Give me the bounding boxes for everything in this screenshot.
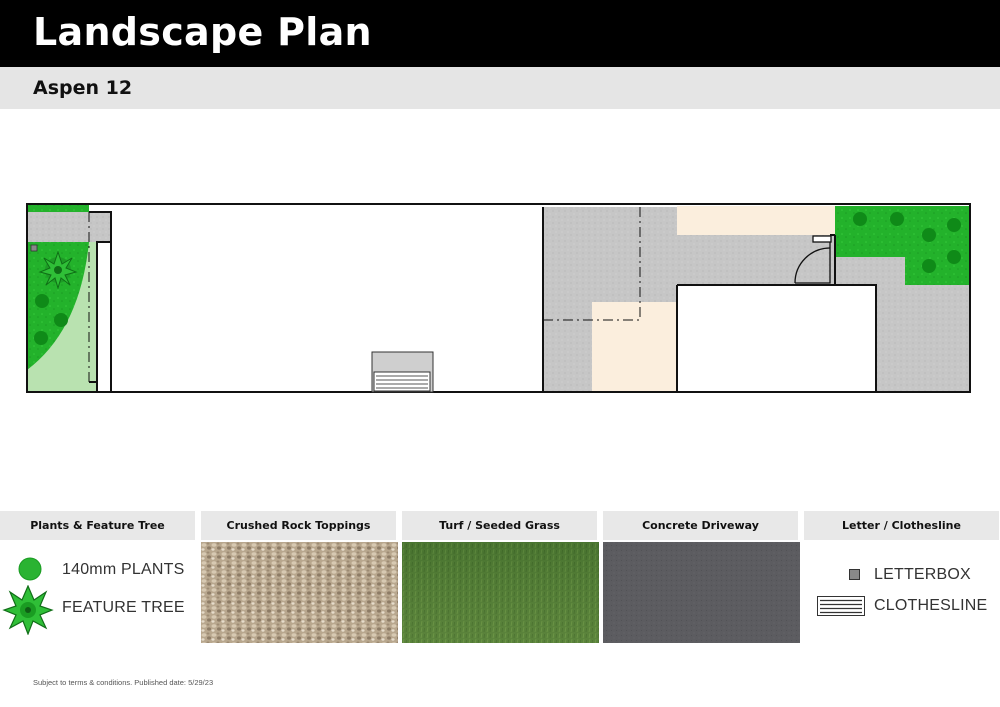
legend-heading: Turf / Seeded Grass (402, 511, 597, 540)
legend-label: FEATURE TREE (62, 599, 185, 616)
plant-marker (947, 250, 961, 264)
internal-outline (676, 284, 877, 392)
plant-marker (54, 313, 68, 327)
legend-heading: Plants & Feature Tree (0, 511, 195, 540)
legend-heading: Letter / Clothesline (804, 511, 999, 540)
subtitle-bar: Aspen 12 (0, 67, 1000, 109)
legend-label: CLOTHESLINE (874, 597, 988, 614)
page-title: Landscape Plan (33, 10, 372, 54)
right-garden-bed (835, 206, 970, 257)
paving-top (677, 206, 835, 235)
left-crushed-rock (27, 212, 111, 242)
letterbox-marker (30, 244, 38, 252)
letterbox-icon (849, 569, 860, 580)
legend-label: 140mm PLANTS (62, 561, 185, 578)
footer-disclaimer: Subject to terms & conditions. Published… (33, 678, 214, 687)
legend-heading: Crushed Rock Toppings (201, 511, 396, 540)
plant-icon (18, 557, 42, 581)
plant-marker (35, 294, 49, 308)
legend-heading: Concrete Driveway (603, 511, 798, 540)
legend-turf: Turf / Seeded Grass (402, 511, 599, 643)
feature-tree-icon (2, 585, 54, 635)
clothesline-marker (371, 351, 434, 393)
right-garden-bed (905, 257, 970, 285)
house-name: Aspen 12 (33, 77, 133, 99)
title-bar: Landscape Plan (0, 0, 1000, 67)
plant-marker (922, 259, 936, 273)
legend-letter-clothesline: Letter / Clothesline LETTERBOX CLOTHESLI… (804, 511, 999, 616)
legend-crushed-rock: Crushed Rock Toppings (201, 511, 398, 643)
left-garden-top (27, 204, 89, 212)
plant-marker (853, 212, 867, 226)
plant-marker (34, 331, 48, 345)
site-plan (26, 203, 971, 393)
crushed-rock-texture (201, 542, 398, 643)
paving-alfresco (592, 302, 677, 392)
legend-label: LETTERBOX (874, 566, 971, 583)
plant-marker (922, 228, 936, 242)
plant-marker (947, 218, 961, 232)
legend-plants: Plants & Feature Tree 140mm PLANTS FEATU… (0, 511, 195, 635)
clothesline-icon (817, 596, 865, 616)
concrete-texture (603, 542, 800, 643)
plant-marker (890, 212, 904, 226)
legend-concrete: Concrete Driveway (603, 511, 800, 643)
turf-texture (402, 542, 599, 643)
